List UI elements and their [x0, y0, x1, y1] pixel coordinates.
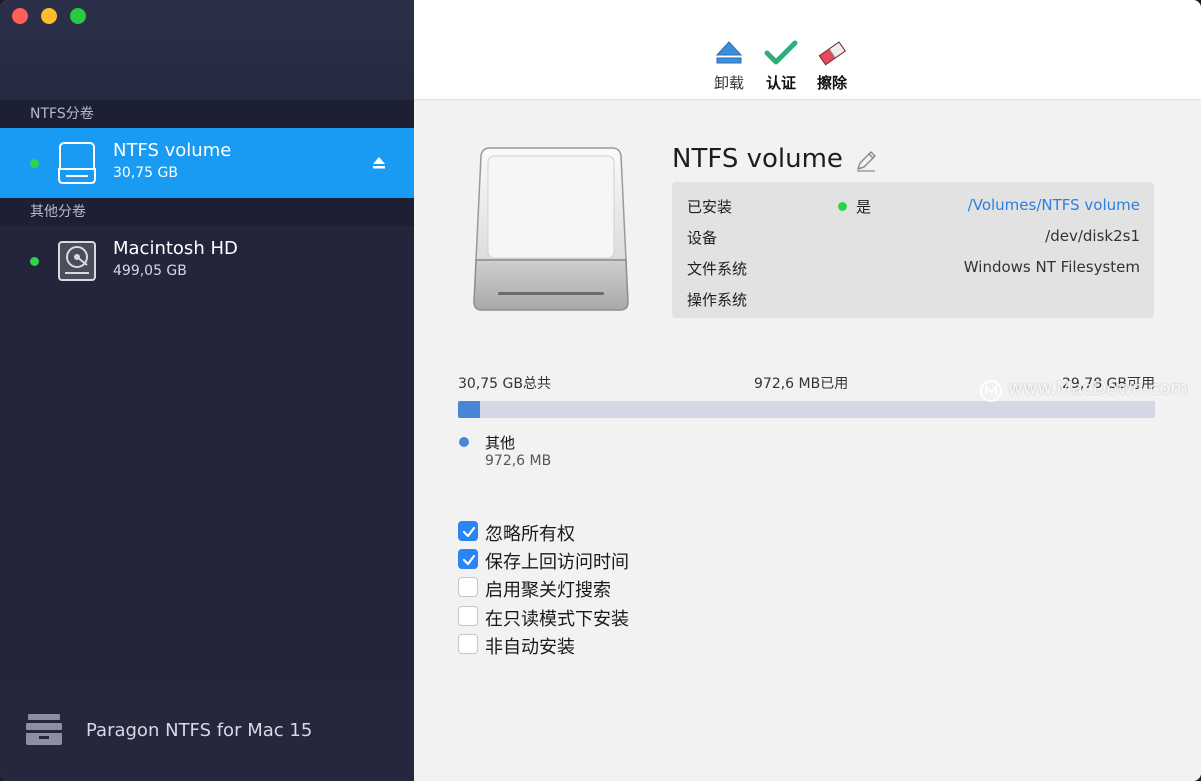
mount-option-checkbox[interactable] — [458, 634, 478, 654]
erase-button[interactable]: 擦除 — [807, 40, 857, 98]
used-capacity-label: 972,6 MB已用 — [754, 376, 849, 392]
mount-option-label: 忽略所有权 — [485, 524, 575, 545]
verify-label: 认证 — [765, 74, 796, 92]
os-label: 操作系统 — [687, 291, 748, 309]
legend-category-name: 其他 — [485, 434, 516, 452]
ntfs-section-header: NTFS分卷 — [0, 100, 414, 128]
usage-bar-used-fill — [458, 401, 481, 418]
mount-option-checkbox[interactable] — [458, 577, 478, 597]
drive-icon — [58, 142, 96, 184]
main-panel: 卸载 认证 擦除 NTFS volume 已安装 是 /Volumes/NTFS… — [414, 0, 1201, 781]
sidebar-titlebar — [0, 0, 414, 100]
other-section-header: 其他分卷 — [0, 198, 414, 226]
sidebar-footer: Paragon NTFS for Mac 15 — [0, 680, 414, 781]
volume-title: NTFS volume — [672, 144, 843, 174]
mounted-status-dot — [30, 257, 39, 266]
checkmark-icon — [462, 526, 476, 538]
sidebar-item-macintosh-hd[interactable]: Macintosh HD 499,05 GB — [0, 226, 414, 296]
mount-option-label: 在只读模式下安装 — [485, 609, 629, 630]
paragon-logo-icon — [26, 714, 62, 745]
checkmark-icon — [462, 554, 476, 566]
mounted-status-dot — [30, 159, 39, 168]
erase-label: 擦除 — [816, 74, 847, 92]
volume-size: 30,75 GB — [113, 165, 178, 181]
mounted-status-dot — [838, 202, 847, 211]
total-capacity-label: 30,75 GB总共 — [458, 376, 551, 392]
watermark-text: www.MacDown.com — [1008, 378, 1188, 399]
usage-bar — [458, 401, 1155, 418]
macdown-watermark-logo-icon — [980, 380, 1002, 402]
volume-name: NTFS volume — [113, 140, 232, 161]
volume-info-panel: 已安装 是 /Volumes/NTFS volume 设备 /dev/disk2… — [672, 182, 1154, 318]
unmount-label: 卸载 — [713, 74, 744, 92]
legend-color-dot — [459, 437, 469, 447]
filesystem-value: Windows NT Filesystem — [963, 258, 1140, 276]
volume-name: Macintosh HD — [113, 238, 238, 259]
volume-size: 499,05 GB — [113, 263, 187, 279]
info-row-mounted: 已安装 是 /Volumes/NTFS volume — [672, 182, 1154, 216]
eraser-icon — [818, 41, 846, 66]
info-row-os: 操作系统 — [672, 275, 1154, 309]
legend-category-size: 972,6 MB — [485, 453, 552, 469]
mount-option-checkbox[interactable] — [458, 549, 478, 569]
edit-name-pencil-icon[interactable] — [854, 149, 878, 173]
checkmark-icon — [764, 40, 798, 65]
external-drive-icon — [473, 147, 629, 311]
mount-option-label: 保存上回访问时间 — [485, 552, 629, 573]
eject-icon — [715, 41, 743, 64]
info-row-device: 设备 /dev/disk2s1 — [672, 213, 1154, 247]
toolbar: 卸载 认证 擦除 — [414, 0, 1201, 100]
window-minimize-button[interactable] — [41, 8, 57, 24]
sidebar-item-ntfs-volume[interactable]: NTFS volume 30,75 GB — [0, 128, 414, 198]
verify-button[interactable]: 认证 — [756, 40, 806, 98]
window-close-button[interactable] — [12, 8, 28, 24]
mount-path-link[interactable]: /Volumes/NTFS volume — [968, 196, 1140, 214]
hard-disk-icon — [58, 241, 96, 281]
info-row-filesystem: 文件系统 Windows NT Filesystem — [672, 244, 1154, 278]
sidebar: NTFS分卷 NTFS volume 30,75 GB 其他分卷 Macinto… — [0, 0, 414, 781]
window-zoom-button[interactable] — [70, 8, 86, 24]
eject-icon[interactable] — [372, 156, 386, 170]
mount-option-checkbox[interactable] — [458, 606, 478, 626]
mount-option-label: 非自动安装 — [485, 637, 575, 658]
device-value: /dev/disk2s1 — [1045, 227, 1140, 245]
mount-option-checkbox[interactable] — [458, 521, 478, 541]
app-name: Paragon NTFS for Mac 15 — [86, 720, 313, 741]
unmount-button[interactable]: 卸载 — [704, 40, 754, 98]
app-window: NTFS分卷 NTFS volume 30,75 GB 其他分卷 Macinto… — [0, 0, 1201, 781]
mount-option-label: 启用聚关灯搜索 — [485, 580, 611, 601]
